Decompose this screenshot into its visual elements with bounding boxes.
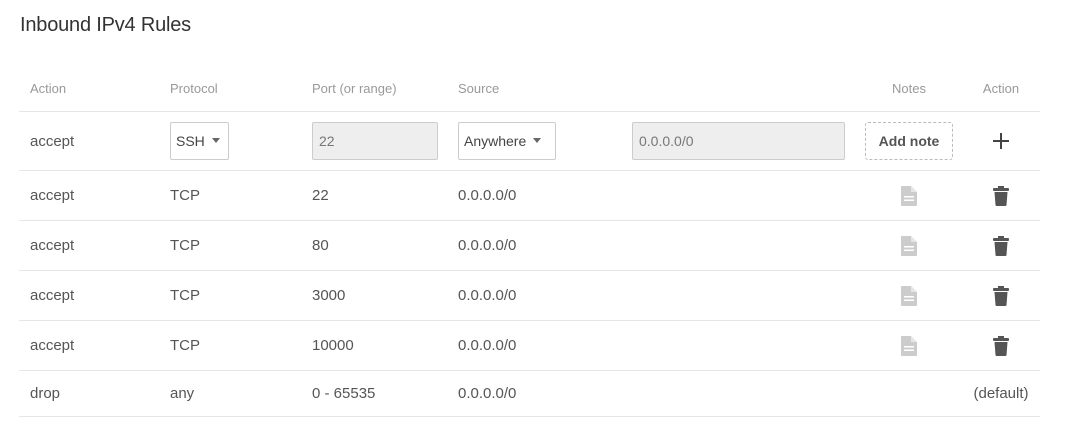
rule-protocol: TCP [170, 187, 200, 204]
port-input[interactable]: 22 [312, 122, 438, 160]
header-source: Source [458, 80, 500, 96]
rule-port: 3000 [312, 287, 346, 304]
cidr-input[interactable]: 0.0.0.0/0 [632, 122, 845, 160]
caret-down-icon [211, 137, 220, 143]
rule-protocol: TCP [170, 337, 200, 354]
table-header: Action Protocol Port (or range) Source N… [19, 65, 1040, 112]
rules-table: Action Protocol Port (or range) Source N… [19, 65, 1040, 417]
plus-icon[interactable] [993, 133, 1009, 149]
rule-source: 0.0.0.0/0 [458, 287, 517, 304]
source-cell: Anywhere [458, 112, 556, 170]
table-row: accept TCP 10000 0.0.0.0/0 [19, 321, 1040, 371]
table-row: accept TCP 80 0.0.0.0/0 [19, 221, 1040, 271]
document-icon[interactable] [901, 285, 917, 306]
cidr-input-value: 0.0.0.0/0 [639, 133, 694, 149]
document-icon[interactable] [901, 185, 917, 206]
rule-action: accept [30, 287, 75, 304]
add-note-cell: Add note [865, 112, 953, 170]
header-protocol: Protocol [170, 80, 218, 96]
table-row: accept TCP 22 0.0.0.0/0 [19, 171, 1040, 221]
add-rule-cell [969, 112, 1033, 170]
trash-icon[interactable] [993, 185, 1009, 206]
page-title: Inbound IPv4 Rules [20, 14, 191, 36]
document-icon[interactable] [901, 235, 917, 256]
header-action-2: Action [982, 80, 1020, 96]
header-action: Action [30, 80, 67, 96]
rule-port: 22 [312, 187, 329, 204]
rule-notes-cell [865, 221, 953, 270]
rule-notes-cell [865, 171, 953, 220]
caret-down-icon [533, 137, 542, 143]
protocol-cell: SSH [170, 112, 229, 170]
rule-delete-cell [969, 271, 1033, 320]
port-cell: 22 [312, 112, 438, 170]
trash-icon[interactable] [993, 285, 1009, 306]
document-icon[interactable] [901, 335, 917, 356]
rule-action: accept [30, 337, 75, 354]
inbound-rules-panel: Inbound IPv4 Rules Action Protocol Port … [0, 0, 1074, 448]
rule-notes-cell [865, 271, 953, 320]
default-rule-source: 0.0.0.0/0 [458, 385, 517, 402]
rule-port: 80 [312, 237, 329, 254]
protocol-select-value: SSH [176, 133, 205, 149]
trash-icon[interactable] [993, 335, 1009, 356]
rule-protocol: TCP [170, 237, 200, 254]
rule-delete-cell [969, 321, 1033, 370]
source-select-value: Anywhere [464, 133, 527, 149]
rule-delete-cell [969, 221, 1033, 270]
trash-icon[interactable] [993, 235, 1009, 256]
header-notes: Notes [892, 80, 926, 96]
default-rule-port: 0 - 65535 [312, 385, 376, 402]
source-select[interactable]: Anywhere [458, 122, 556, 160]
rule-notes-cell [865, 321, 953, 370]
add-note-button[interactable]: Add note [865, 122, 953, 160]
rule-port: 10000 [312, 337, 354, 354]
rule-source: 0.0.0.0/0 [458, 237, 517, 254]
rule-protocol: TCP [170, 287, 200, 304]
rule-source: 0.0.0.0/0 [458, 337, 517, 354]
new-rule-row: accept SSH 22 Anywhere 0.0.0.0/0 Add not… [19, 112, 1040, 171]
default-rule-row: drop any 0 - 65535 0.0.0.0/0 (default) [19, 371, 1040, 417]
default-rule-action: drop [30, 385, 61, 402]
rule-delete-cell [969, 171, 1033, 220]
new-rule-action: accept [30, 132, 75, 150]
default-rule-protocol: any [170, 385, 195, 402]
rule-action: accept [30, 187, 75, 204]
protocol-select[interactable]: SSH [170, 122, 229, 160]
port-input-value: 22 [319, 133, 335, 149]
header-port: Port (or range) [312, 80, 397, 96]
cidr-cell: 0.0.0.0/0 [632, 112, 845, 170]
table-row: accept TCP 3000 0.0.0.0/0 [19, 271, 1040, 321]
rule-source: 0.0.0.0/0 [458, 187, 517, 204]
default-label: (default) [973, 385, 1029, 402]
rule-action: accept [30, 237, 75, 254]
